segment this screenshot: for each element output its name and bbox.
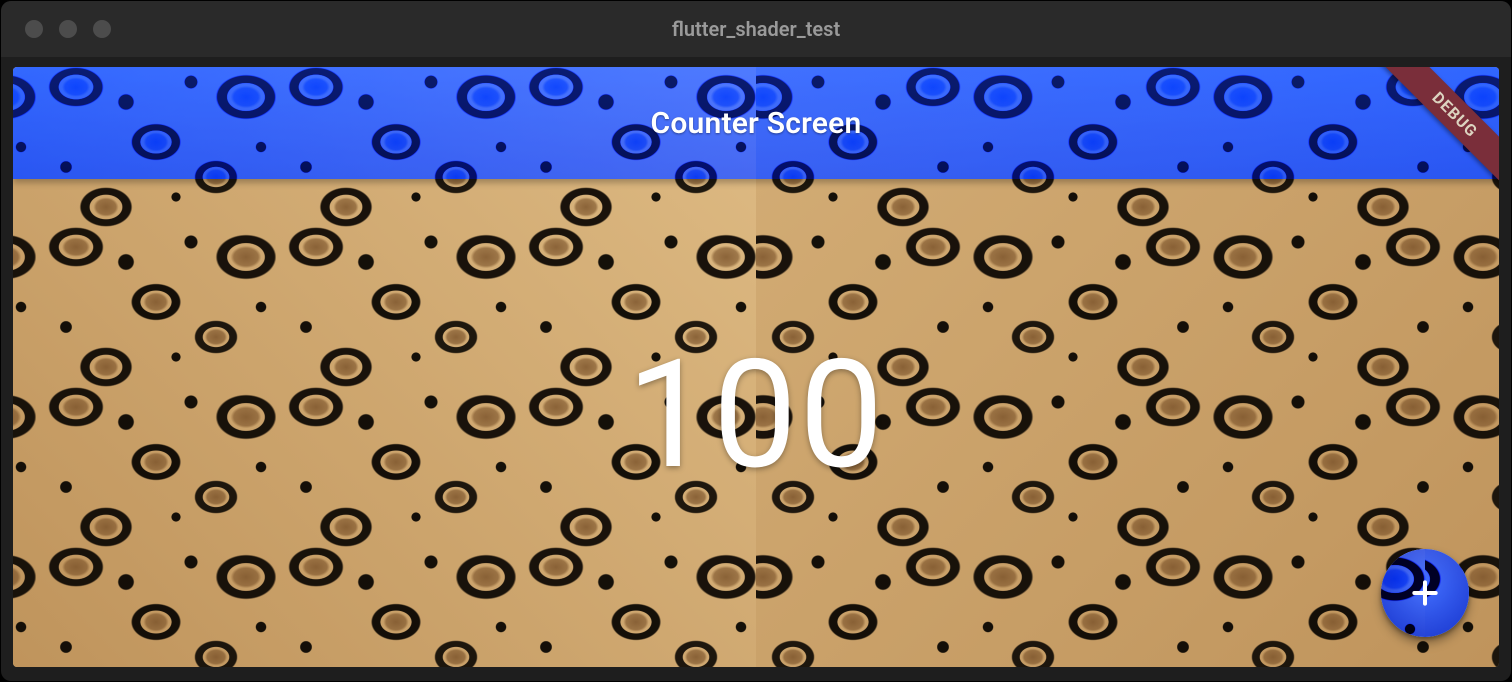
increment-fab[interactable] (1381, 549, 1469, 637)
macos-window: flutter_shader_test Counter Screen 100 D… (1, 1, 1511, 681)
zoom-window-button[interactable] (93, 20, 111, 38)
page-title: Counter Screen (651, 106, 862, 141)
app-viewport: Counter Screen 100 DEBUG (13, 67, 1499, 667)
minimize-window-button[interactable] (59, 20, 77, 38)
window-titlebar[interactable]: flutter_shader_test (1, 1, 1511, 57)
close-window-button[interactable] (25, 20, 43, 38)
app-bar: Counter Screen (13, 67, 1499, 179)
counter-value: 100 (627, 327, 886, 503)
plus-icon (1381, 549, 1469, 637)
traffic-lights (1, 20, 111, 38)
window-title: flutter_shader_test (1, 17, 1511, 41)
